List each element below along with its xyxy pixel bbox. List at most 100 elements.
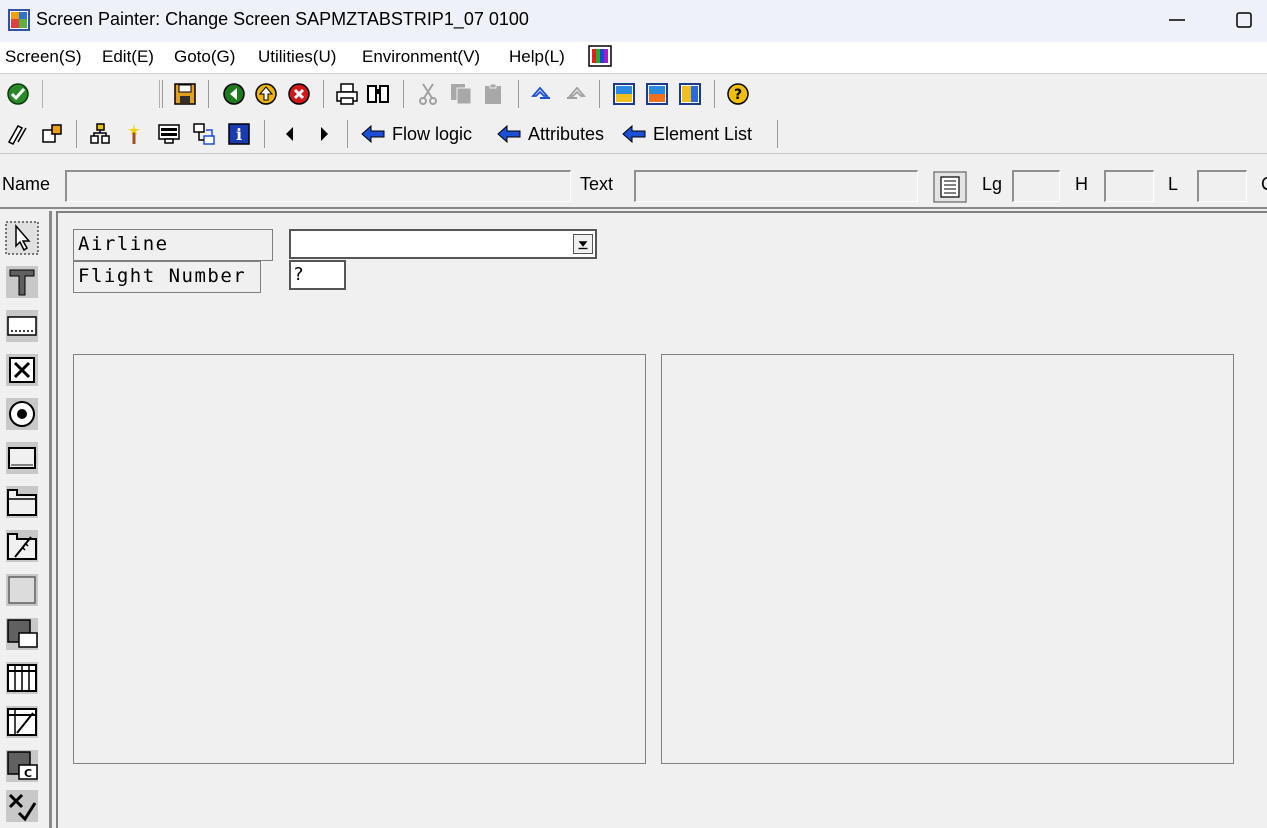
- subscreen-tool[interactable]: [5, 617, 39, 651]
- menu-goto[interactable]: Goto(G): [174, 47, 235, 67]
- hierarchy-icon[interactable]: [40, 122, 64, 146]
- name-field[interactable]: [65, 170, 571, 202]
- print-icon[interactable]: [335, 82, 359, 106]
- screen-element-icon[interactable]: [157, 122, 181, 146]
- subscreen-area-left[interactable]: [73, 354, 646, 764]
- toolbar-separator: [323, 80, 324, 108]
- layout-icon-2[interactable]: [645, 82, 669, 106]
- exit-icon[interactable]: [254, 82, 278, 106]
- next-icon[interactable]: [312, 122, 336, 146]
- help-icon[interactable]: ?: [726, 82, 750, 106]
- layout-icon-3[interactable]: [678, 82, 702, 106]
- radio-button-tool[interactable]: [5, 397, 39, 431]
- h-field[interactable]: [1104, 170, 1154, 202]
- element-list-label: Element List: [653, 123, 753, 144]
- arrow-left-icon: [622, 124, 646, 144]
- window-title: Screen Painter: Change Screen SAPMZTABST…: [36, 9, 529, 29]
- enter-icon[interactable]: [6, 82, 30, 106]
- box-tool[interactable]: [5, 573, 39, 607]
- menu-environment[interactable]: Environment(V): [362, 47, 480, 67]
- svg-text:i: i: [236, 125, 242, 144]
- element-list-button[interactable]: Element List: [621, 121, 752, 147]
- pushbutton-tool[interactable]: [5, 441, 39, 475]
- attributes-label: Attributes: [528, 123, 605, 144]
- cut-icon: [419, 83, 437, 105]
- toolbar-separator: [208, 80, 209, 108]
- name-label: Name: [2, 174, 51, 194]
- text-editor-icon[interactable]: [933, 171, 967, 203]
- screen-painter-app-icon: [8, 9, 30, 31]
- c-label: C: [1261, 174, 1267, 195]
- toolbar-separator: [162, 80, 163, 108]
- attributes-button[interactable]: Attributes: [496, 121, 604, 147]
- command-field[interactable]: [42, 80, 160, 108]
- text-field[interactable]: [634, 170, 918, 202]
- status-icon-tool[interactable]: [5, 789, 39, 823]
- svg-text:?: ?: [734, 87, 742, 103]
- toolbar-separator: [714, 80, 715, 108]
- input-field-tool[interactable]: [5, 309, 39, 343]
- cancel-icon[interactable]: [287, 82, 311, 106]
- menu-bar: Screen(S) Edit(E) Goto(G) Utilities(U) E…: [0, 42, 1267, 74]
- flow-logic-button[interactable]: Flow logic: [360, 121, 472, 147]
- chevron-down-icon[interactable]: [573, 234, 593, 254]
- layout-icon-1[interactable]: [612, 82, 636, 106]
- menu-help[interactable]: Help(L): [509, 47, 565, 67]
- text-label: Text: [580, 174, 614, 194]
- layout-canvas[interactable]: Airline Flight Number ?: [56, 211, 1267, 828]
- magic-icon[interactable]: [122, 122, 146, 146]
- h-label: H: [1075, 174, 1088, 194]
- undo-icon[interactable]: [530, 82, 554, 106]
- back-icon[interactable]: [222, 82, 246, 106]
- lg-label: Lg: [982, 174, 1003, 194]
- text-field-tool[interactable]: [5, 265, 39, 299]
- toolbar-separator: [518, 80, 519, 108]
- application-toolbar: i Flow logic Attributes Element List: [0, 114, 1267, 154]
- edit-icon[interactable]: [6, 122, 30, 146]
- redo-icon: [567, 86, 586, 99]
- element-attributes-row: Name Text Lg H L C: [0, 157, 1267, 209]
- element-palette: C: [0, 211, 52, 828]
- customize-layout-icon[interactable]: [588, 45, 612, 67]
- org-icon[interactable]: [88, 122, 112, 146]
- menu-edit[interactable]: Edit(E): [102, 47, 154, 67]
- tabstrip-wizard-tool[interactable]: [5, 529, 39, 563]
- standard-toolbar: ?: [0, 74, 1267, 114]
- lg-field[interactable]: [1012, 170, 1060, 202]
- toolbar-separator: [777, 120, 778, 148]
- pointer-tool[interactable]: [5, 221, 39, 255]
- toolbar-separator: [264, 120, 265, 148]
- airline-dropdown[interactable]: [289, 229, 597, 259]
- arrow-left-icon: [361, 124, 385, 144]
- find-icon[interactable]: [366, 82, 390, 106]
- l-label: L: [1168, 174, 1179, 194]
- minimize-icon[interactable]: [1167, 10, 1187, 30]
- custom-control-tool[interactable]: C: [5, 749, 39, 783]
- toolbar-separator: [76, 120, 77, 148]
- airline-label[interactable]: Airline: [73, 229, 273, 261]
- flow-logic-label: Flow logic: [392, 123, 473, 144]
- menu-screen[interactable]: Screen(S): [5, 47, 82, 67]
- transfer-icon[interactable]: [192, 122, 216, 146]
- toolbar-separator: [403, 80, 404, 108]
- arrow-left-icon: [497, 124, 521, 144]
- previous-icon[interactable]: [278, 122, 302, 146]
- flight-number-field[interactable]: ?: [289, 260, 346, 290]
- table-wizard-tool[interactable]: [5, 705, 39, 739]
- l-field[interactable]: [1197, 170, 1247, 202]
- tabstrip-tool[interactable]: [5, 485, 39, 519]
- maximize-icon[interactable]: [1234, 10, 1254, 30]
- save-icon[interactable]: [173, 82, 197, 106]
- svg-text:C: C: [24, 767, 32, 780]
- copy-icon: [451, 84, 472, 105]
- flight-number-label[interactable]: Flight Number: [73, 261, 261, 293]
- info-icon[interactable]: i: [227, 122, 251, 146]
- checkbox-tool[interactable]: [5, 353, 39, 387]
- toolbar-separator: [599, 80, 600, 108]
- title-bar: Screen Painter: Change Screen SAPMZTABST…: [0, 0, 1267, 42]
- menu-utilities[interactable]: Utilities(U): [258, 47, 336, 67]
- subscreen-area-right[interactable]: [661, 354, 1234, 764]
- toolbar-separator: [347, 120, 348, 148]
- table-control-tool[interactable]: [5, 661, 39, 695]
- paste-icon: [485, 83, 501, 104]
